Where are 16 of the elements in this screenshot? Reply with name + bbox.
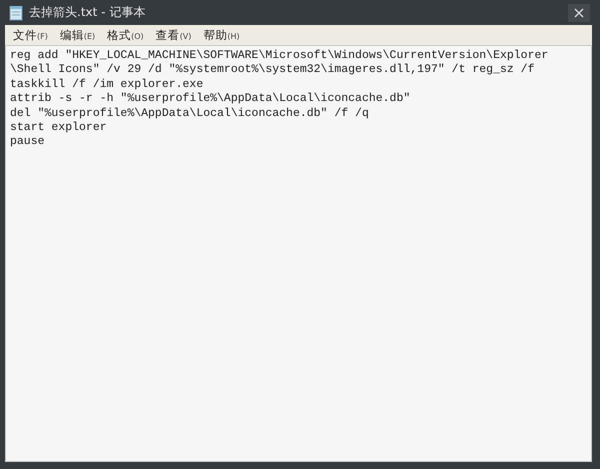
- menu-item[interactable]: 编辑(E): [60, 28, 96, 42]
- text-line: attrib -s -r -h "%userprofile%\AppData\Local\iconcache.db": [10, 92, 412, 107]
- text-line: pause: [10, 135, 46, 150]
- close-button[interactable]: [568, 4, 590, 22]
- text-line: del "%userprofile%\AppData\Local\iconcache.db" /f /q: [10, 106, 370, 122]
- window-title: 去掉箭头.txt - 记事本: [29, 4, 146, 21]
- text-line: reg add "HKEY_LOCAL_MACHINE\SOFTWARE\Microsoft\Windows\CurrentVersion\Explorer: [10, 49, 550, 64]
- text-line: start explorer: [10, 121, 108, 136]
- menu-item[interactable]: 格式(O): [107, 28, 144, 42]
- menu-item[interactable]: 文件(F): [13, 28, 48, 42]
- menu-item[interactable]: 帮助(H): [203, 28, 240, 42]
- notepad-icon: [9, 4, 23, 20]
- close-icon: [574, 8, 584, 18]
- text-line: taskkill /f /im explorer.exe: [10, 78, 204, 92]
- text-line: \Shell Icons" /v 29 /d "%systemroot%\system32\imageres.dll,197" /t reg_sz /f: [10, 63, 536, 78]
- menu-item[interactable]: 查看(V): [156, 28, 192, 42]
